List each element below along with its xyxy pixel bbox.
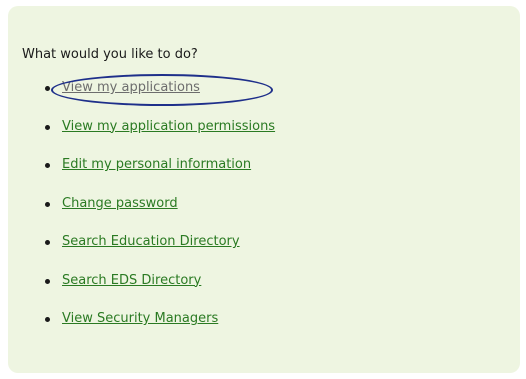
view-security-managers-link[interactable]: View Security Managers [62, 311, 218, 326]
list-item: View Security Managers [0, 311, 275, 350]
view-applications-link[interactable]: View my applications [62, 80, 200, 95]
bullet-icon [45, 317, 50, 322]
list-item: Search Education Directory [0, 234, 275, 273]
prompt-text: What would you like to do? [22, 47, 198, 62]
view-application-permissions-link[interactable]: View my application permissions [62, 119, 275, 134]
search-eds-directory-link[interactable]: Search EDS Directory [62, 273, 201, 288]
action-menu: View my applications View my application… [0, 80, 275, 350]
list-item: View my application permissions [0, 119, 275, 158]
bullet-icon [45, 278, 50, 284]
edit-personal-information-link[interactable]: Edit my personal information [62, 157, 251, 172]
bullet-icon [45, 124, 50, 130]
list-item: Edit my personal information [0, 157, 275, 196]
list-item: Search EDS Directory [0, 273, 275, 312]
bullet-icon [45, 201, 50, 207]
change-password-link[interactable]: Change password [62, 196, 178, 211]
bullet-icon [45, 240, 50, 245]
bullet-icon [45, 163, 50, 168]
list-item: View my applications [0, 80, 275, 119]
search-education-directory-link[interactable]: Search Education Directory [62, 234, 240, 249]
bullet-icon [45, 86, 50, 91]
list-item: Change password [0, 196, 275, 235]
